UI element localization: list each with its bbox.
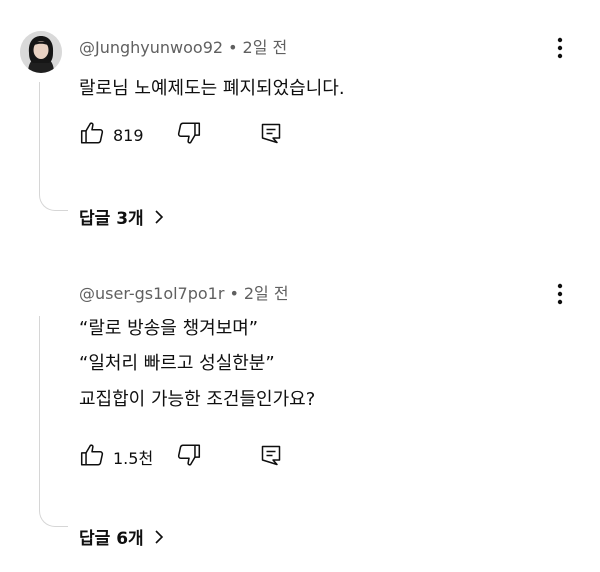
dislike-button[interactable]	[176, 443, 202, 471]
thumb-up-icon	[79, 442, 105, 472]
view-replies-button[interactable]: 답글 6개	[79, 524, 164, 549]
reply-button[interactable]	[259, 443, 283, 471]
more-vert-icon	[557, 283, 563, 309]
comment-reply-icon	[259, 443, 283, 471]
comment-text-line-2: “일처리 빠르고 성실한분”	[79, 353, 275, 374]
comment-actions: 1.5천	[79, 443, 339, 471]
thumb-down-icon	[176, 442, 202, 472]
author-name[interactable]: @user-gs1ol7po1r	[79, 284, 224, 303]
comment-time[interactable]: 2일 전	[244, 284, 289, 303]
comment-2: @user-gs1ol7po1r • 2일 전 “랄로 방송을 챙겨보며” “일처리…	[0, 0, 600, 572]
comment-meta: @user-gs1ol7po1r • 2일 전	[79, 280, 289, 304]
meta-separator: •	[229, 284, 239, 303]
replies-label: 답글 6개	[79, 529, 144, 549]
chevron-right-icon	[154, 529, 164, 545]
thread-line	[39, 316, 68, 527]
more-button[interactable]	[550, 283, 570, 309]
like-button[interactable]: 1.5천	[79, 443, 153, 471]
comment-text-line-3: 교집합이 가능한 조건들인가요?	[79, 389, 316, 410]
like-count: 1.5천	[113, 449, 154, 468]
comment-text-line-1: “랄로 방송을 챙겨보며”	[79, 318, 259, 339]
